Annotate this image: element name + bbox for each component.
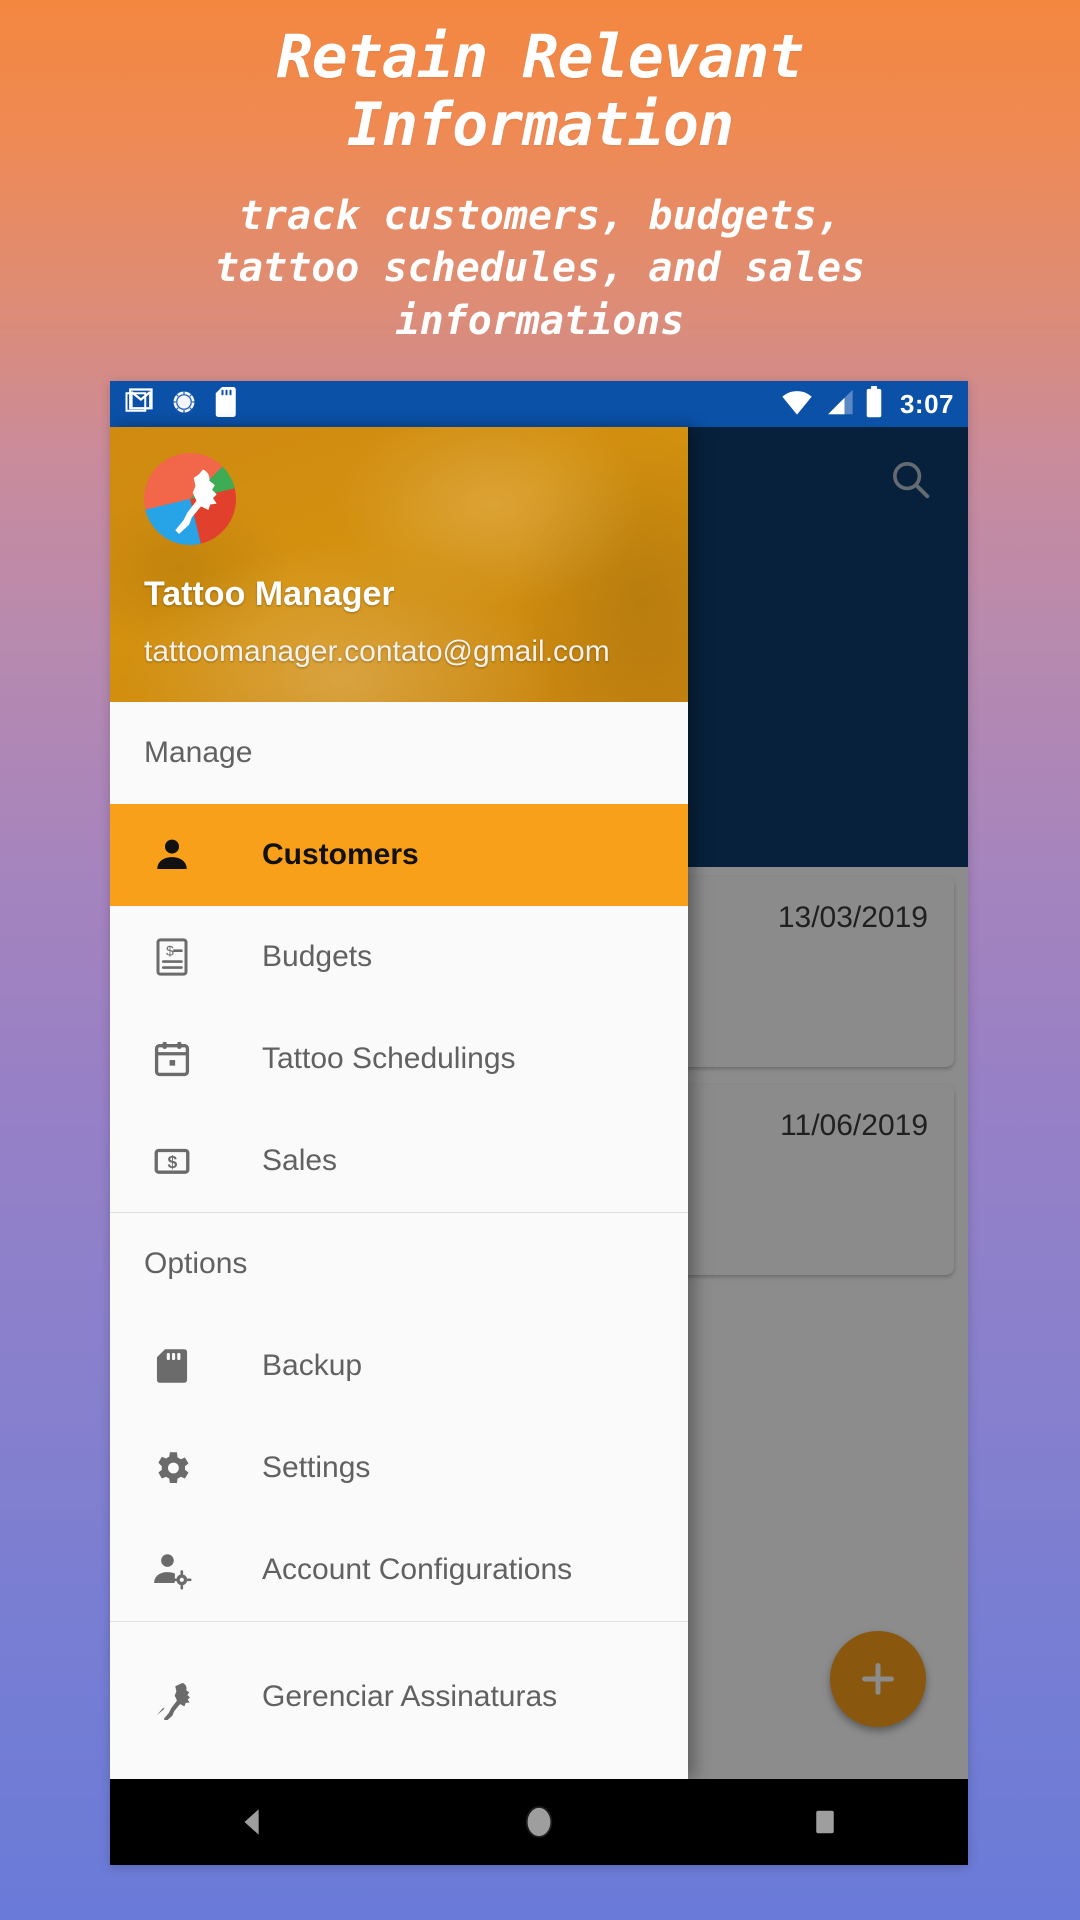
receipt-dollar-icon: $ — [144, 929, 200, 985]
sidebar-item-gerenciar-assinaturas[interactable]: Gerenciar Assinaturas — [110, 1646, 688, 1748]
drawer-account-header[interactable]: Tattoo Manager tattoomanager.contato@gma… — [110, 427, 688, 702]
sd-card-icon — [214, 386, 240, 422]
person-icon — [144, 827, 200, 883]
sidebar-item-label: Tattoo Schedulings — [262, 1042, 516, 1075]
promo-subtitle: track customers, budgets, tattoo schedul… — [0, 190, 1080, 348]
navigation-drawer[interactable]: Tattoo Manager tattoomanager.contato@gma… — [110, 427, 688, 1779]
account-name: Tattoo Manager — [144, 575, 395, 613]
account-email: tattoomanager.contato@gmail.com — [144, 635, 610, 668]
sidebar-item-customers[interactable]: Customers — [110, 804, 688, 906]
sidebar-item-label: Customers — [262, 838, 419, 871]
cell-signal-icon — [824, 388, 854, 421]
drawer-section-options-label: Options — [144, 1247, 248, 1280]
back-triangle-icon[interactable] — [193, 1779, 313, 1865]
sidebar-item-label: Budgets — [262, 940, 373, 973]
sd-card-icon — [144, 1338, 200, 1394]
sidebar-item-label: Sales — [262, 1144, 338, 1177]
sidebar-item-label: Settings — [262, 1451, 371, 1484]
calendar-icon — [144, 1031, 200, 1087]
item-date: 11/06/2019 — [780, 1109, 928, 1142]
promo-title-line1: Retain Relevant — [276, 22, 805, 92]
svg-text:$: $ — [166, 942, 174, 958]
sidebar-item-tattoo-schedulings[interactable]: Tattoo Schedulings — [110, 1008, 688, 1110]
status-bar-notification-icons — [124, 386, 240, 422]
clock-sync-icon — [170, 388, 198, 421]
promo-subtitle-line3: informations — [395, 298, 685, 345]
phone-screenshot: 3:07 Sync Contact — [110, 381, 968, 1865]
status-bar-clock: 3:07 — [899, 388, 954, 419]
add-customer-fab[interactable] — [830, 1631, 926, 1727]
battery-icon — [864, 385, 884, 423]
sidebar-item-label: Backup — [262, 1349, 363, 1382]
sidebar-item-label: Account Configurations — [262, 1553, 573, 1586]
sidebar-item-sales[interactable]: $ Sales — [110, 1110, 688, 1212]
promo-subtitle-line1: track customers, budgets, — [238, 192, 842, 239]
promo-subtitle-line2: tattoo schedules, and sales — [214, 245, 866, 292]
promo-copy: Retain Relevant Information track custom… — [0, 0, 1080, 348]
search-icon[interactable] — [878, 447, 942, 511]
drawer-section-manage-label: Manage — [144, 736, 253, 769]
android-navigation-bar[interactable] — [110, 1779, 968, 1865]
status-bar-system-icons: 3:07 — [780, 385, 954, 423]
wifi-icon — [780, 388, 814, 421]
recents-square-icon[interactable] — [765, 1779, 885, 1865]
item-date: 13/03/2019 — [777, 901, 928, 934]
drawer-divider — [110, 1621, 688, 1622]
tattoo-machine-icon — [144, 1669, 200, 1725]
person-gear-icon — [144, 1542, 200, 1598]
home-circle-icon[interactable] — [479, 1779, 599, 1865]
sidebar-item-settings[interactable]: Settings — [110, 1417, 688, 1519]
sidebar-item-budgets[interactable]: $ Budgets — [110, 906, 688, 1008]
promo-title-line2: Information — [346, 89, 734, 160]
sidebar-item-account-configurations[interactable]: Account Configurations — [110, 1519, 688, 1621]
gear-icon — [144, 1440, 200, 1496]
sidebar-item-label: Gerenciar Assinaturas — [262, 1680, 558, 1713]
android-status-bar: 3:07 — [110, 381, 968, 427]
svg-text:$: $ — [167, 1152, 177, 1172]
money-box-icon: $ — [144, 1133, 200, 1189]
sidebar-item-backup[interactable]: Backup — [110, 1315, 688, 1417]
promo-title: Retain Relevant Information — [0, 0, 1080, 160]
avatar[interactable] — [144, 453, 236, 545]
gmail-icon — [124, 387, 154, 422]
